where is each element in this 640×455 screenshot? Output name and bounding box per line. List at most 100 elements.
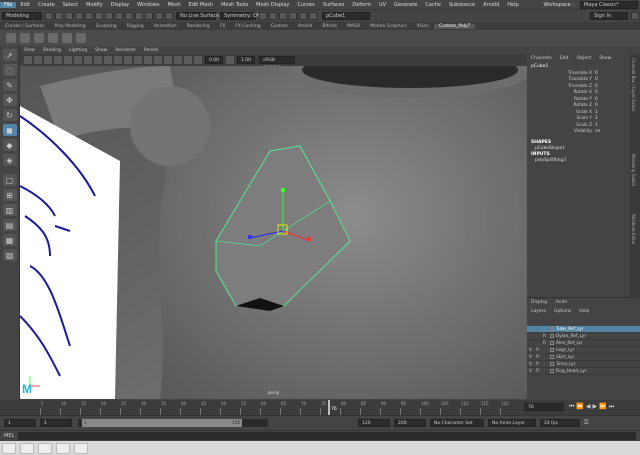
bookmark-icon[interactable]: [44, 56, 52, 64]
attr-value[interactable]: 0: [595, 97, 598, 102]
step-back-icon[interactable]: ◀: [586, 403, 591, 411]
menu-generate[interactable]: Generate: [390, 2, 421, 8]
menu-edit[interactable]: Edit: [16, 2, 34, 8]
layer-row[interactable]: V P Skirt_Lyr: [527, 354, 640, 361]
menu-select[interactable]: Select: [59, 2, 82, 8]
redo-icon[interactable]: [85, 12, 93, 20]
go-to-end-icon[interactable]: ⏭: [609, 403, 614, 411]
input-node[interactable]: polySplitRing3: [527, 158, 630, 163]
time-slider[interactable]: 5 10 15 20 25 30 35 40 45 50 55 60 65 70 75 80 85 90 95 100…: [0, 400, 640, 415]
shelf-tab-fx-caching[interactable]: FX Caching: [230, 24, 265, 29]
range-slider[interactable]: 1 120: [78, 419, 268, 427]
layer-playback[interactable]: P: [534, 355, 541, 360]
arnold-render-icon[interactable]: [309, 12, 317, 20]
animation-end-field[interactable]: 200: [394, 419, 426, 427]
open-scene-icon[interactable]: [55, 12, 63, 20]
layer-menu-layers[interactable]: Layers: [527, 309, 550, 314]
exposure-field[interactable]: 0.00: [205, 56, 223, 64]
shelf-tab-motion-graphics[interactable]: Motion Graphics: [365, 24, 412, 29]
shelf-extrude-icon[interactable]: [62, 33, 72, 43]
viewport-menu-lighting[interactable]: Lighting: [65, 48, 91, 53]
snap-grid-icon[interactable]: [125, 12, 133, 20]
gamma-field[interactable]: 1.00: [237, 56, 255, 64]
layer-name[interactable]: Dog_Head_Lyr: [556, 369, 587, 374]
select-object-icon[interactable]: [105, 12, 113, 20]
layer-color-swatch[interactable]: [550, 334, 554, 338]
scene-render[interactable]: [20, 66, 527, 399]
new-scene-icon[interactable]: [45, 12, 53, 20]
layer-name[interactable]: Torso_Lyr: [556, 362, 576, 367]
fps-dropdown[interactable]: 24 fps: [540, 419, 580, 427]
four-view-icon[interactable]: ⊞: [2, 189, 17, 201]
shelf-tab-rendering[interactable]: Rendering: [182, 24, 215, 29]
channel-box-tab-channels[interactable]: Channels: [527, 56, 556, 61]
attr-value[interactable]: 0: [595, 84, 598, 89]
film-gate-icon[interactable]: [74, 56, 82, 64]
windows-start-icon[interactable]: [2, 442, 16, 454]
undo-icon[interactable]: [75, 12, 83, 20]
color-space-dropdown[interactable]: sRGB gamma: [259, 56, 295, 70]
menu-windows[interactable]: Windows: [133, 2, 163, 8]
shelf-tab-sculpting[interactable]: Sculpting: [91, 24, 122, 29]
layer-name[interactable]: Dylan_Ref_Lyr: [556, 334, 586, 339]
isolate-select-icon[interactable]: [164, 56, 172, 64]
shelf-poly-cylinder-icon[interactable]: [48, 33, 58, 43]
layer-name[interactable]: Tube_Ref_Lyr: [556, 327, 584, 332]
shelf-tab-arnold[interactable]: Arnold: [293, 24, 318, 29]
render-view-icon[interactable]: [299, 12, 307, 20]
attr-value[interactable]: 0: [595, 103, 598, 108]
use-all-lights-icon[interactable]: [134, 56, 142, 64]
channel-box-tab-object[interactable]: Object: [573, 56, 596, 61]
channel-box-tab-edit[interactable]: Edit: [556, 56, 573, 61]
lasso-tool-icon[interactable]: ◌: [2, 64, 17, 76]
ipr-render-icon[interactable]: [269, 12, 277, 20]
menu-arnold[interactable]: Arnold: [479, 2, 503, 8]
menu-uv[interactable]: UV: [375, 2, 390, 8]
step-back-key-icon[interactable]: ⏪: [576, 403, 583, 411]
layer-menu-help[interactable]: Help: [575, 309, 593, 314]
menu-deform[interactable]: Deform: [348, 2, 375, 8]
select-component-icon[interactable]: [115, 12, 123, 20]
shelf-tab-curves-surfaces[interactable]: Curves / Surfaces: [0, 24, 50, 29]
layer-tab-display[interactable]: Display: [527, 300, 552, 305]
shelf-poly-cube-icon[interactable]: [20, 33, 30, 43]
outliner-layout-icon[interactable]: ▥: [2, 204, 17, 216]
folder-taskbar-icon[interactable]: [38, 442, 52, 454]
layer-color-swatch[interactable]: [550, 355, 554, 359]
layer-name[interactable]: Alex_Ref_Lyr: [556, 341, 583, 346]
playback-start-field[interactable]: 1: [40, 419, 72, 427]
menu-display[interactable]: Display: [107, 2, 133, 8]
menu-mesh[interactable]: Mesh: [163, 2, 184, 8]
menu-cache[interactable]: Cache: [421, 2, 445, 8]
current-frame-field[interactable]: 76: [524, 403, 564, 411]
menu-edit-mesh[interactable]: Edit Mesh: [185, 2, 217, 8]
attr-value[interactable]: 0: [595, 90, 598, 95]
viewport-menu-panels[interactable]: Panels: [140, 48, 162, 53]
xray-icon[interactable]: [174, 56, 182, 64]
snap-plane-icon[interactable]: [155, 12, 163, 20]
layer-color-swatch[interactable]: [550, 348, 554, 352]
side-tab-channel-box[interactable]: Channel Box / Layer Editor: [631, 58, 636, 111]
layer-visibility[interactable]: V: [527, 369, 534, 374]
move-tool-icon[interactable]: ✥: [2, 94, 17, 106]
layer-display-type[interactable]: R: [541, 334, 548, 339]
smooth-shade-icon[interactable]: [104, 56, 112, 64]
name-field[interactable]: pCube1: [322, 12, 370, 20]
object-name[interactable]: pCube1: [527, 63, 630, 70]
step-forward-key-icon[interactable]: ⏩: [599, 403, 606, 411]
viewport-menu-renderer[interactable]: Renderer: [111, 48, 140, 53]
layer-row[interactable]: R Alex_Ref_Lyr: [527, 340, 640, 347]
range-slider-handle[interactable]: 1 120: [82, 419, 242, 427]
viewport-menu-shading[interactable]: Shading: [39, 48, 65, 53]
layer-tab-anim[interactable]: Anim: [552, 300, 572, 305]
sign-in-button[interactable]: Sign In: [590, 12, 628, 20]
character-set-dropdown[interactable]: No Character Set: [430, 419, 484, 427]
layer-color-swatch[interactable]: [550, 327, 554, 331]
single-view-icon[interactable]: ▢: [2, 174, 17, 186]
script-language-label[interactable]: MEL: [0, 433, 18, 439]
viewport-menu-view[interactable]: View: [20, 48, 39, 53]
attr-value[interactable]: 0: [595, 77, 598, 82]
render-settings-icon[interactable]: [279, 12, 287, 20]
attr-value[interactable]: 1: [595, 123, 598, 128]
shelf-settings-icon[interactable]: [6, 33, 16, 43]
